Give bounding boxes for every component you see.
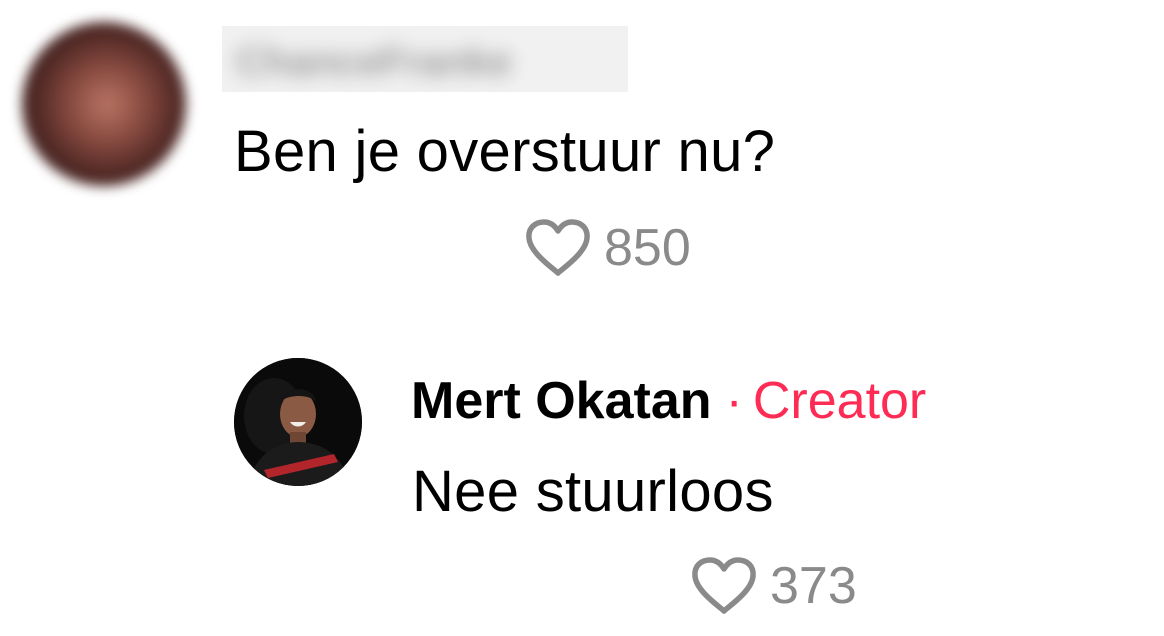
commenter-avatar[interactable] [22,22,186,186]
separator-dot: · [725,372,743,430]
creator-avatar[interactable] [234,358,362,486]
comment-like-button[interactable]: 850 [524,218,691,278]
comment-like-count: 850 [604,219,691,277]
heart-outline-icon [692,557,756,614]
creator-username[interactable]: Mert Okatan [411,372,712,430]
reply-like-button[interactable]: 373 [690,556,857,616]
reply-text: Nee stuurloos [412,459,774,524]
comment-text: Ben je overstuur nu? [234,119,776,184]
creator-avatar-photo [234,358,362,486]
commenter-username-redacted[interactable]: ChanceFranke [222,26,628,92]
heart-outline-icon [526,219,590,276]
creator-badge: Creator [752,372,927,430]
commenter-username: ChanceFranke [236,40,512,84]
reply-header: Mert Okatan · Creator [411,370,926,432]
reply-like-count: 373 [770,557,857,615]
